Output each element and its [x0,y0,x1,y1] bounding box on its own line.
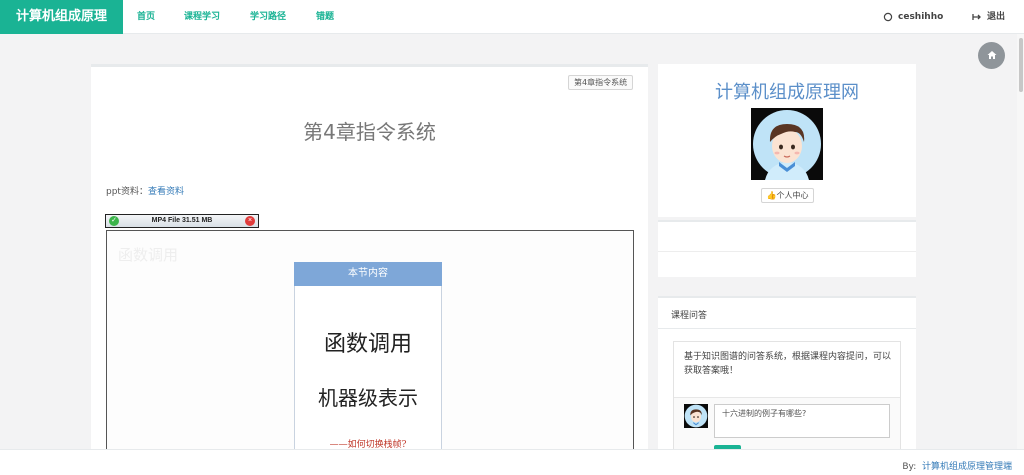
home-floating-button[interactable] [978,42,1005,69]
nav-wrong-questions[interactable]: 错题 [316,0,334,34]
brand-logo[interactable]: 计算机组成原理 [0,0,123,34]
video-file-bar: ✓ MP4 File 31.51 MB × [105,214,259,228]
qa-intro-text: 基于知识图谱的问答系统，根据课程内容提问，可以获取答案哦！ [684,352,892,376]
home-icon [987,50,997,62]
personal-center-button[interactable]: 👍个人中心 [761,188,814,203]
slide-subheading: 机器级表示 [318,386,418,410]
question-input[interactable]: 十六进制的例子有哪些? [714,404,890,438]
close-icon[interactable]: × [245,216,255,226]
chapter-badge: 第4章指令系统 [568,75,634,90]
personal-center-label: 个人中心 [776,191,809,200]
user-avatar-small [684,404,708,428]
qa-title: 课程问答 [671,311,708,321]
username-label: ceshihho [898,12,944,22]
view-materials-link[interactable]: 查看资料 [148,187,184,197]
video-file-info: MP4 File 31.51 MB [151,217,213,224]
footer [0,449,1024,475]
avatar [751,108,823,180]
slide-header: 本节内容 [294,262,442,286]
sign-out-icon [972,12,982,22]
avatar-small-illustration [684,404,708,428]
user-icon [883,12,893,22]
page-scrollbar-track[interactable] [1017,34,1024,475]
page-scrollbar-thumb[interactable] [1019,38,1023,92]
footer-by-label: By: [902,462,917,472]
nav-course-study[interactable]: 课程学习 [184,0,220,34]
nav-home[interactable]: 首页 [137,0,155,34]
site-name: 计算机组成原理网 [715,82,859,103]
user-menu[interactable]: ceshihho [883,0,943,34]
admin-link[interactable]: 计算机组成原理管理端 [922,462,1012,472]
footer-credit: By: 计算机组成原理管理端 [902,459,1012,472]
blank-card-divider [658,251,916,252]
ppt-resource-line: ppt资料：查看资料 [106,184,184,197]
thumbs-up-icon: 👍 [766,191,777,200]
nav-learning-path[interactable]: 学习路径 [250,0,286,34]
blank-card [658,220,916,277]
logout-button[interactable]: 退出 [972,0,1005,34]
avatar-illustration [751,108,823,180]
video-watermark-text: 函数调用 [118,246,179,264]
ppt-label: ppt资料： [106,187,148,197]
chapter-title: 第4章指令系统 [303,120,436,144]
qa-divider [658,328,916,329]
logout-label: 退出 [987,12,1006,22]
slide-heading: 函数调用 [323,332,412,357]
